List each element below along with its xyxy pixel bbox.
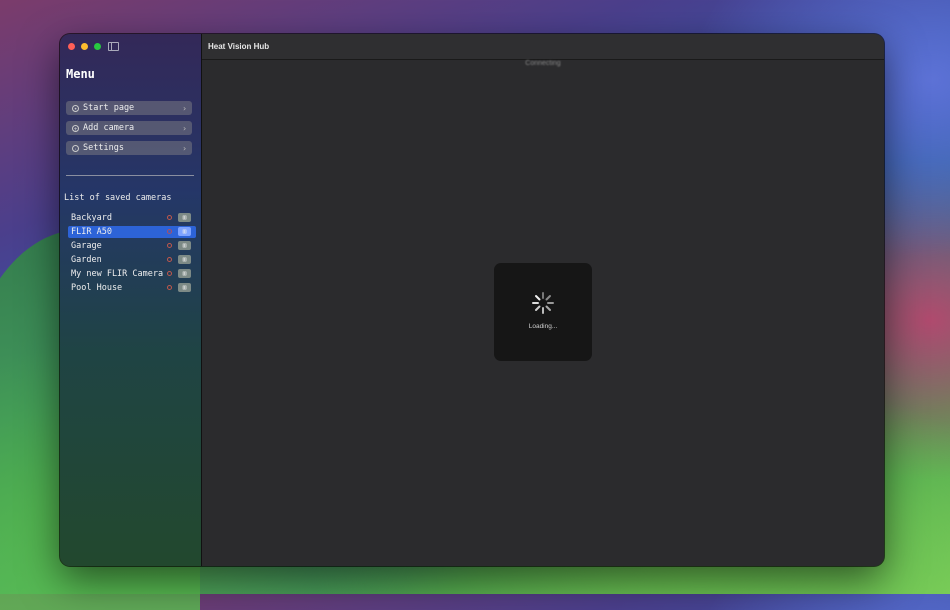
camera-view: Connecting Loading... [202, 60, 884, 566]
camera-name: Pool House [71, 283, 123, 293]
gear-icon: · [72, 144, 79, 153]
zoom-window-button[interactable] [94, 43, 101, 50]
close-window-button[interactable] [68, 43, 75, 50]
window-title: Heat Vision Hub [208, 42, 270, 51]
camera-item-backyard[interactable]: Backyard ▥ [68, 212, 196, 224]
connection-status: Connecting [525, 60, 561, 67]
nav-label: Start page [83, 103, 135, 113]
camera-name: My new FLIR Camera [71, 269, 164, 279]
nav-label: Add camera [83, 123, 135, 133]
camera-name: FLIR A50 [71, 227, 112, 237]
status-indicator-icon [167, 229, 172, 234]
add-camera-button[interactable]: + Add camera › [66, 121, 192, 135]
spinner-icon [532, 292, 554, 314]
menu-title: Menu [66, 67, 95, 81]
settings-button[interactable]: · Settings › [66, 141, 192, 155]
camera-name: Garden [71, 255, 102, 265]
sidebar-toggle-icon[interactable] [108, 42, 119, 51]
loading-overlay: Loading... [494, 263, 592, 361]
home-icon: • [72, 104, 79, 113]
camera-name: Backyard [71, 213, 112, 223]
trash-icon[interactable]: ▥ [178, 269, 191, 278]
camera-item-flir-a50[interactable]: FLIR A50 ▥ [68, 226, 196, 238]
camera-item-my-new-flir-camera[interactable]: My new FLIR Camera ▥ [68, 268, 196, 280]
minimize-window-button[interactable] [81, 43, 88, 50]
trash-icon[interactable]: ▥ [178, 283, 191, 292]
camera-list-title: List of saved cameras [64, 193, 172, 203]
trash-icon[interactable]: ▥ [178, 255, 191, 264]
chevron-right-icon: › [182, 103, 187, 113]
camera-name: Garage [71, 241, 102, 251]
sidebar-divider [66, 175, 194, 176]
camera-item-garden[interactable]: Garden ▥ [68, 254, 196, 266]
loading-label: Loading... [528, 323, 558, 330]
camera-item-garage[interactable]: Garage ▥ [68, 240, 196, 252]
title-bar: Heat Vision Hub [202, 34, 884, 60]
status-indicator-icon [167, 243, 172, 248]
sidebar: Menu • Start page › + Add camera › · Set… [60, 34, 202, 566]
chevron-right-icon: › [182, 123, 187, 133]
window-controls [68, 43, 101, 50]
trash-icon[interactable]: ▥ [178, 213, 191, 222]
status-indicator-icon [167, 215, 172, 220]
camera-item-pool-house[interactable]: Pool House ▥ [68, 282, 196, 294]
trash-icon[interactable]: ▥ [178, 241, 191, 250]
plus-circle-icon: + [72, 124, 79, 133]
status-indicator-icon [167, 271, 172, 276]
status-indicator-icon [167, 257, 172, 262]
chevron-right-icon: › [182, 143, 187, 153]
status-indicator-icon [167, 285, 172, 290]
app-window: Menu • Start page › + Add camera › · Set… [60, 34, 884, 566]
start-page-button[interactable]: • Start page › [66, 101, 192, 115]
trash-icon[interactable]: ▥ [178, 227, 191, 236]
nav-label: Settings [83, 143, 124, 153]
